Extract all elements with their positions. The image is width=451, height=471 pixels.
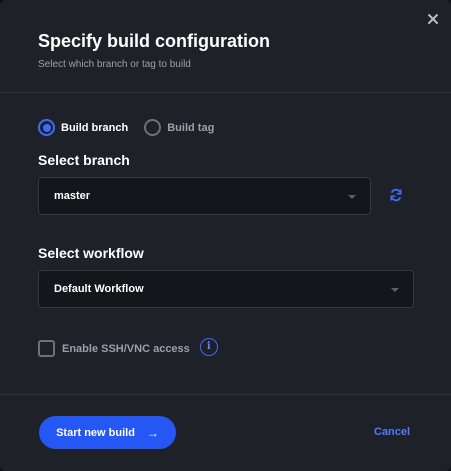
ssh-access-row: Enable SSH/VNC access i (38, 337, 218, 357)
refresh-icon (390, 188, 402, 202)
branch-select[interactable]: master (38, 177, 371, 215)
dialog-subtitle: Select which branch or tag to build (38, 59, 191, 70)
select-branch-label: Select branch (38, 152, 130, 168)
build-tag-label: Build tag (167, 121, 215, 134)
chevron-down-icon (391, 288, 399, 292)
build-tag-radio[interactable] (144, 119, 162, 136)
chevron-down-icon (348, 195, 356, 199)
select-workflow-label: Select workflow (38, 245, 144, 261)
info-icon[interactable]: i (199, 337, 218, 356)
start-new-build-button[interactable]: Start new build → (39, 416, 176, 449)
build-branch-label: Build branch (61, 121, 129, 134)
workflow-select-value: Default Workflow (54, 283, 144, 295)
header-divider (0, 92, 451, 93)
close-icon (428, 14, 438, 24)
build-branch-radio[interactable] (38, 119, 55, 136)
footer-divider (0, 394, 451, 395)
build-type-radio-group: Build branch Build tag (38, 119, 230, 136)
dialog-title: Specify build configuration (38, 31, 271, 51)
close-button[interactable] (424, 10, 442, 28)
build-config-dialog: Specify build configuration Select which… (0, 0, 451, 471)
branch-select-value: master (54, 190, 91, 202)
arrow-right-icon: → (146, 425, 159, 440)
start-new-build-label: Start new build (56, 426, 135, 439)
build-branch-option[interactable]: Build branch (38, 119, 128, 136)
ssh-access-checkbox[interactable] (38, 340, 55, 357)
cancel-button[interactable]: Cancel (374, 426, 410, 438)
ssh-access-label: Enable SSH/VNC access (62, 343, 190, 355)
refresh-branches-button[interactable] (389, 188, 403, 202)
dialog-header: Specify build configuration Select which… (38, 30, 431, 71)
workflow-select[interactable]: Default Workflow (38, 270, 414, 308)
build-tag-option[interactable]: Build tag (144, 119, 214, 136)
